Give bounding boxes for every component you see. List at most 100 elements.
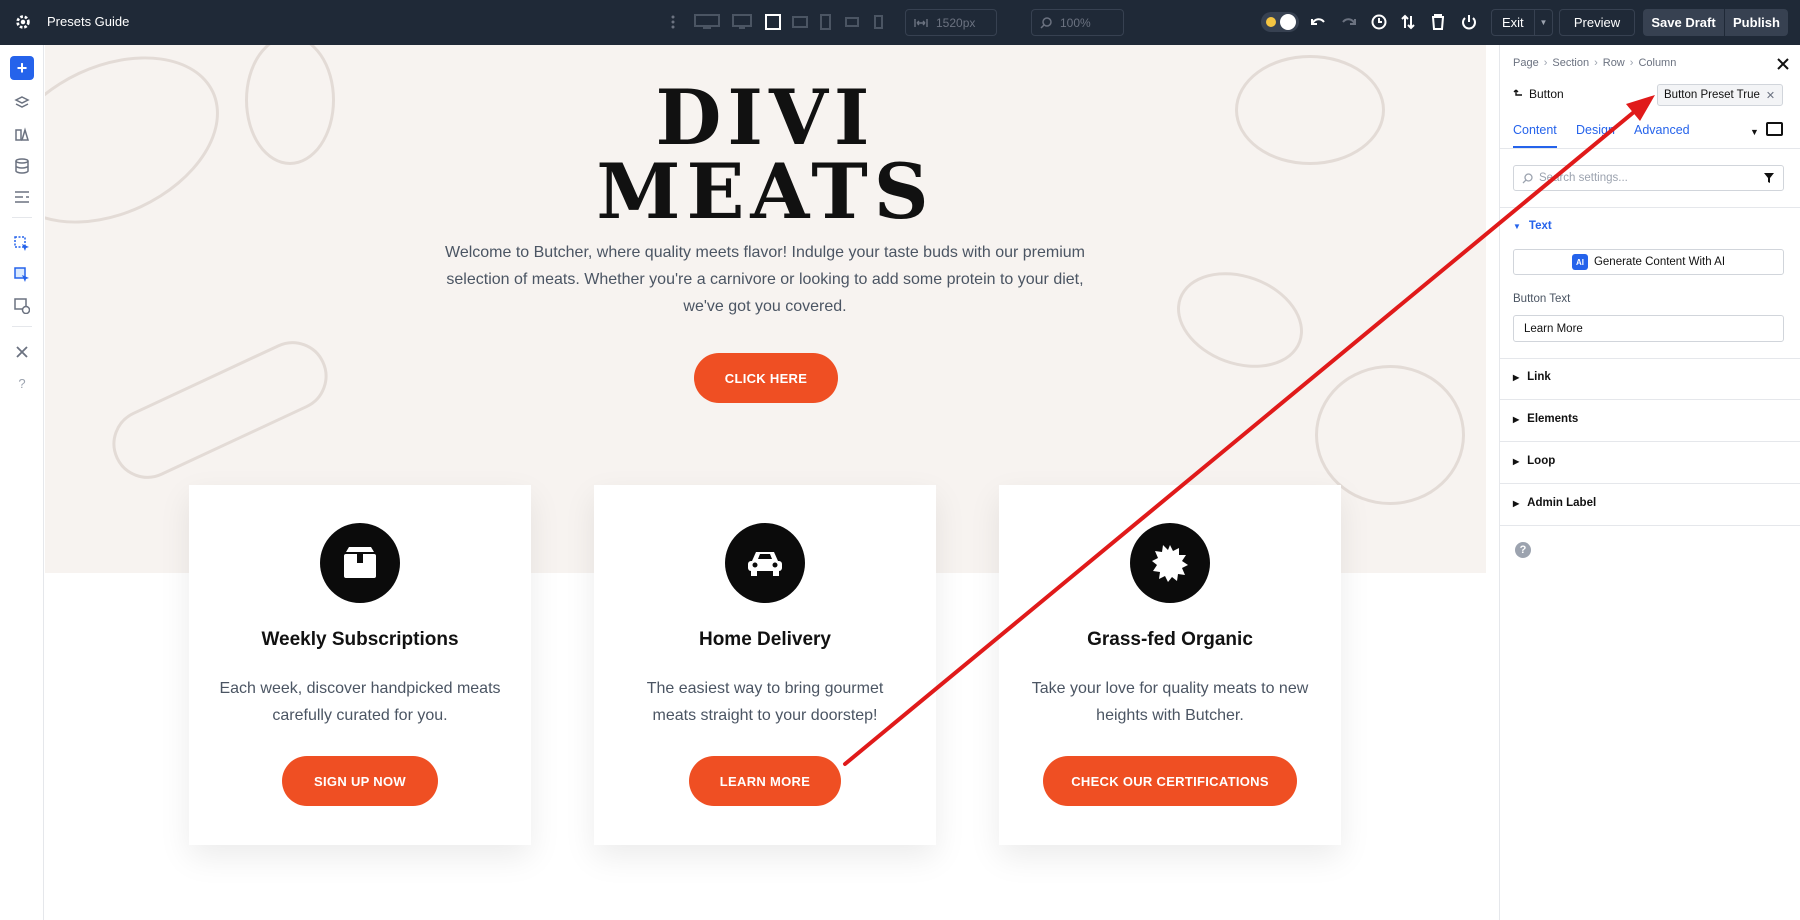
canvas-width-field[interactable]: 1520px xyxy=(905,9,997,36)
click-here-button[interactable]: CLICK HERE xyxy=(694,353,838,403)
card-title: Weekly Subscriptions xyxy=(261,629,459,650)
exit-label: Exit xyxy=(1502,15,1524,30)
more-vertical-icon[interactable] xyxy=(668,12,678,32)
caret-right-icon: ▶ xyxy=(1513,498,1520,508)
multi-select-icon[interactable] xyxy=(11,264,33,286)
caret-right-icon: ▶ xyxy=(1513,456,1520,466)
page-settings-icon[interactable] xyxy=(11,186,33,208)
caret-down-icon: ▼ xyxy=(1513,221,1521,231)
section-divider xyxy=(1500,441,1800,442)
learn-more-button[interactable]: LEARN MORE xyxy=(689,756,841,806)
presets-manager-icon[interactable] xyxy=(11,295,33,317)
back-arrow-icon[interactable] xyxy=(1513,89,1523,99)
layers-icon[interactable] xyxy=(11,92,33,114)
settings-panel: Page › Section › Row › Column Button Button… xyxy=(1499,45,1800,920)
page-title: Presets Guide xyxy=(47,14,130,29)
section-divider xyxy=(1500,399,1800,400)
hero-intro-text: Welcome to Butcher, where quality meets … xyxy=(445,244,1086,315)
tablet-view-icon[interactable] xyxy=(819,12,831,32)
breadcrumb-section[interactable]: Section xyxy=(1552,57,1589,69)
caret-right-icon: ▶ xyxy=(1513,372,1520,382)
tablet-landscape-view-icon[interactable] xyxy=(792,12,808,32)
zoom-search-icon xyxy=(1040,16,1052,29)
canvas-width-value: 1520px xyxy=(936,15,976,30)
zoom-field[interactable]: 100% xyxy=(1031,9,1124,36)
close-panel-icon[interactable] xyxy=(1776,57,1790,71)
redo-icon[interactable] xyxy=(1340,12,1358,32)
phone-landscape-view-icon[interactable] xyxy=(845,12,859,32)
help-question-icon[interactable]: ? xyxy=(11,372,33,394)
phone-view-icon[interactable] xyxy=(873,12,883,32)
desktop-wide-view-icon[interactable] xyxy=(693,12,720,32)
database-icon[interactable] xyxy=(11,155,33,177)
desktop-view-icon[interactable] xyxy=(731,12,753,32)
history-clock-icon[interactable] xyxy=(1370,12,1388,32)
section-link-toggle[interactable]: ▶ Link xyxy=(1513,371,1551,383)
module-header: Button xyxy=(1513,87,1564,101)
laptop-view-icon-active[interactable] xyxy=(764,12,782,32)
breadcrumb-separator-icon: › xyxy=(1543,57,1548,69)
tools-icon[interactable] xyxy=(11,341,33,363)
feature-card-subscriptions: Weekly Subscriptions Each week, discover… xyxy=(189,485,531,845)
exit-dropdown-chevron-icon[interactable]: ▼ xyxy=(1534,10,1552,35)
sausage-doodle-decoration xyxy=(100,329,340,491)
zoom-value: 100% xyxy=(1060,15,1091,30)
card-title: Home Delivery xyxy=(698,629,831,650)
top-toolbar: Presets Guide 1520px 100% Exit ▼ Preview… xyxy=(0,0,1800,45)
meat-doodle-decoration xyxy=(1163,255,1317,385)
card-text: Each week, discover handpicked meats car… xyxy=(219,680,501,724)
rail-divider xyxy=(12,217,32,218)
undo-icon[interactable] xyxy=(1309,12,1327,32)
preview-button[interactable]: Preview xyxy=(1559,9,1635,36)
breadcrumb-separator-icon: › xyxy=(1594,57,1598,69)
add-module-plus-icon[interactable]: + xyxy=(10,56,34,80)
power-icon[interactable] xyxy=(1460,12,1478,32)
generate-ai-content-button[interactable]: AI Generate Content With AI xyxy=(1513,249,1784,275)
section-loop-toggle[interactable]: ▶ Loop xyxy=(1513,455,1555,467)
feature-card-organic: Grass-fed Organic Take your love for qua… xyxy=(999,485,1341,845)
tab-advanced[interactable]: Advanced xyxy=(1634,123,1690,137)
left-sidebar: + ? xyxy=(0,45,44,920)
rail-divider xyxy=(12,326,32,327)
section-text-toggle[interactable]: ▼ Text xyxy=(1513,220,1552,232)
generate-ai-label: Generate Content With AI xyxy=(1593,256,1726,268)
trash-icon[interactable] xyxy=(1430,12,1446,32)
breadcrumb-page[interactable]: Page xyxy=(1513,57,1539,69)
card-title: Grass-fed Organic xyxy=(1087,629,1253,650)
card-text: The easiest way to bring gourmet meats s… xyxy=(646,680,884,724)
responsive-view-toggle-icon[interactable] xyxy=(1766,122,1783,136)
select-cursor-icon[interactable] xyxy=(11,233,33,255)
save-draft-button[interactable]: Save Draft xyxy=(1643,9,1724,36)
remove-preset-close-icon[interactable]: ✕ xyxy=(1766,89,1775,102)
portability-icon[interactable] xyxy=(1399,12,1417,32)
tab-content[interactable]: Content xyxy=(1513,123,1557,148)
check-certifications-button[interactable]: CHECK OUR CERTIFICATIONS xyxy=(1043,756,1297,806)
card-text: Take your love for quality meats to new … xyxy=(1031,680,1309,724)
car-icon xyxy=(725,523,805,603)
sign-up-now-button[interactable]: SIGN UP NOW xyxy=(282,756,438,806)
badge-icon xyxy=(1130,523,1210,603)
settings-search-input[interactable]: Search settings... xyxy=(1513,165,1784,191)
preset-chip[interactable]: Button Preset True ✕ xyxy=(1657,84,1783,106)
button-text-input[interactable]: Learn More xyxy=(1513,315,1784,342)
steak-doodle-decoration xyxy=(1315,365,1465,505)
exit-button[interactable]: Exit ▼ xyxy=(1491,9,1553,36)
section-divider xyxy=(1500,207,1800,208)
breadcrumb-row[interactable]: Row xyxy=(1603,57,1625,69)
breadcrumb-column[interactable]: Column xyxy=(1638,57,1676,69)
settings-gear-icon[interactable] xyxy=(14,13,32,31)
caret-right-icon: ▶ xyxy=(1513,414,1520,424)
section-admin-label-toggle[interactable]: ▶ Admin Label xyxy=(1513,497,1596,509)
publish-button[interactable]: Publish xyxy=(1725,9,1788,36)
filter-icon[interactable] xyxy=(1763,172,1775,184)
settings-tabs: Content Design Advanced ▼ xyxy=(1500,113,1800,149)
section-elements-toggle[interactable]: ▶ Elements xyxy=(1513,413,1578,425)
tabs-chevron-down-icon[interactable]: ▼ xyxy=(1750,127,1759,137)
tab-design[interactable]: Design xyxy=(1576,123,1615,137)
design-library-icon[interactable] xyxy=(11,123,33,145)
feature-card-delivery: Home Delivery The easiest way to bring g… xyxy=(594,485,936,845)
help-icon[interactable]: ? xyxy=(1515,542,1531,558)
width-resize-icon xyxy=(914,18,928,27)
theme-toggle-icon[interactable] xyxy=(1261,12,1299,32)
preset-chip-label: Button Preset True xyxy=(1664,89,1760,101)
